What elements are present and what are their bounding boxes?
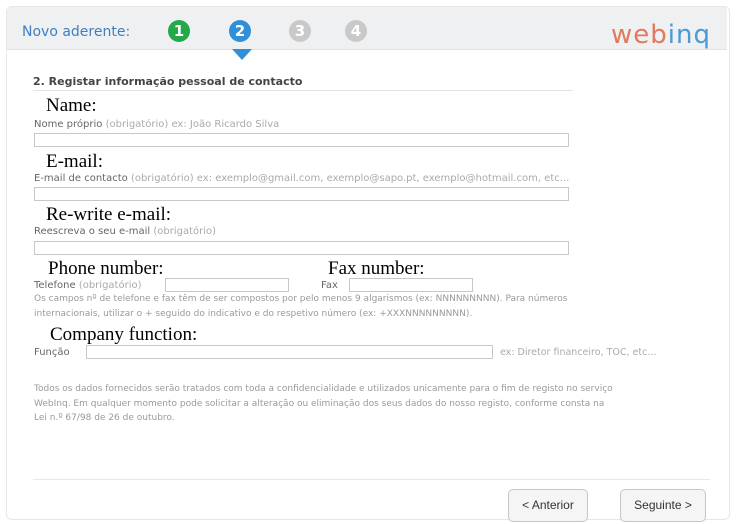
privacy-notice: Todos os dados fornecidos serão tratados… <box>34 382 613 426</box>
step-4-indicator: 4 <box>345 20 367 42</box>
annotation-fax: Fax number: <box>328 258 425 279</box>
function-example: ex: Diretor financeiro, TOC, etc... <box>500 347 657 358</box>
logo-text-web: web <box>611 20 668 50</box>
fax-label: Fax <box>321 280 338 291</box>
header-title: Novo aderente: <box>22 24 131 40</box>
function-label: Função <box>34 347 70 358</box>
section-divider <box>33 90 573 91</box>
email-input[interactable] <box>34 187 569 201</box>
phone-label: Telefone (obrigatório) <box>34 280 142 291</box>
step-1-indicator: 1 <box>168 20 190 42</box>
phone-format-note-line-1: Os campos nº de telefone e fax têm de se… <box>34 294 568 304</box>
annotation-name: Name: <box>46 95 97 116</box>
privacy-line-2: WebInq. Em qualquer momento pode solicit… <box>34 398 605 409</box>
name-label: Nome próprio (obrigatório) ex: João Rica… <box>34 119 279 130</box>
function-input[interactable] <box>86 345 493 359</box>
email-confirm-label-text: Reescreva o seu e-mail <box>34 226 151 237</box>
annotation-email: E-mail: <box>46 151 103 172</box>
footer-divider <box>33 479 710 480</box>
email-confirm-input[interactable] <box>34 241 569 255</box>
email-label: E-mail de contacto (obrigatório) ex: exe… <box>34 173 569 184</box>
phone-format-note: Os campos nº de telefone e fax têm de se… <box>34 292 567 321</box>
phone-format-note-line-2: internacionais, utilizar o + seguido do … <box>34 308 473 319</box>
annotation-company-function: Company function: <box>50 324 198 345</box>
annotation-phone: Phone number: <box>48 258 164 279</box>
step-3-indicator: 3 <box>289 20 311 42</box>
email-confirm-label: Reescreva o seu e-mail (obrigatório) <box>34 226 216 237</box>
privacy-line-1: Todos os dados fornecidos serão tratados… <box>34 384 613 394</box>
email-confirm-hint: (obrigatório) <box>153 226 217 237</box>
next-button[interactable]: Seguinte > <box>620 489 706 522</box>
phone-input[interactable] <box>165 278 289 292</box>
webinq-logo: webinq <box>611 20 711 50</box>
name-input[interactable] <box>34 133 569 147</box>
email-hint: (obrigatório) ex: exemplo@gmail.com, exe… <box>130 173 570 184</box>
phone-label-text: Telefone <box>34 280 76 291</box>
wizard-header: Novo aderente: 1 2 3 4 webinq <box>7 7 727 50</box>
privacy-line-3: Lei n.º 67/98 de 26 de outubro. <box>34 413 175 423</box>
email-label-text: E-mail de contacto <box>34 173 128 184</box>
phone-hint: (obrigatório) <box>78 280 142 291</box>
step-2-indicator: 2 <box>229 20 251 42</box>
section-title: 2. Registar informação pessoal de contac… <box>33 75 303 88</box>
logo-text-inq: inq <box>667 20 711 50</box>
previous-button[interactable]: < Anterior <box>508 489 588 522</box>
annotation-rewrite-email: Re-write e-mail: <box>46 204 172 225</box>
name-label-text: Nome próprio <box>34 119 103 130</box>
fax-input[interactable] <box>349 278 473 292</box>
current-step-arrow-icon <box>232 49 252 60</box>
name-hint: (obrigatório) ex: João Ricardo Silva <box>105 119 280 130</box>
